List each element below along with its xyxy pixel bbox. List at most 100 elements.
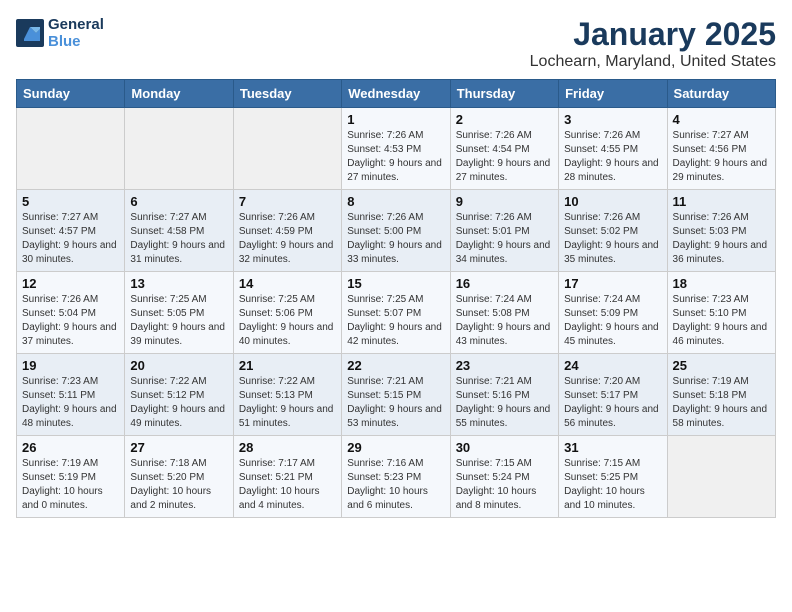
day-detail: Sunrise: 7:15 AMSunset: 5:24 PMDaylight:… (456, 458, 537, 511)
day-number: 21 (239, 358, 336, 373)
calendar-cell: 6Sunrise: 7:27 AMSunset: 4:58 PMDaylight… (125, 190, 233, 272)
header-wednesday: Wednesday (342, 80, 450, 108)
day-detail: Sunrise: 7:26 AMSunset: 5:00 PMDaylight:… (347, 212, 442, 265)
day-number: 29 (347, 440, 444, 455)
calendar-cell: 22 Sunrise: 7:21 AMSunset: 5:15 PMDayligh… (342, 354, 450, 436)
day-number: 1 (347, 112, 444, 127)
day-number: 18 (673, 276, 770, 291)
day-detail: Sunrise: 7:26 AMSunset: 4:53 PMDaylight:… (347, 130, 442, 183)
day-number: 22 (347, 358, 444, 373)
calendar-cell: 28 Sunrise: 7:17 AMSunset: 5:21 PMDayligh… (233, 436, 341, 518)
logo-text: General Blue (48, 16, 104, 50)
calendar-cell: 24 Sunrise: 7:20 AMSunset: 5:17 PMDayligh… (559, 354, 667, 436)
day-detail: Sunrise: 7:16 AMSunset: 5:23 PMDaylight:… (347, 458, 428, 511)
day-detail: Sunrise: 7:22 AMSunset: 5:12 PMDaylight:… (130, 376, 225, 429)
calendar-cell: 12Sunrise: 7:26 AMSunset: 5:04 PMDayligh… (17, 272, 125, 354)
calendar-week-row: 26 Sunrise: 7:19 AMSunset: 5:19 PMDayligh… (17, 436, 776, 518)
day-detail: Sunrise: 7:25 AMSunset: 5:05 PMDaylight:… (130, 294, 225, 347)
calendar-cell: 1 Sunrise: 7:26 AMSunset: 4:53 PMDaylight… (342, 108, 450, 190)
calendar-cell (233, 108, 341, 190)
day-detail: Sunrise: 7:26 AMSunset: 5:01 PMDaylight:… (456, 212, 551, 265)
header-monday: Monday (125, 80, 233, 108)
day-number: 20 (130, 358, 227, 373)
day-detail: Sunrise: 7:25 AMSunset: 5:06 PMDaylight:… (239, 294, 334, 347)
calendar-cell: 9 Sunrise: 7:26 AMSunset: 5:01 PMDaylight… (450, 190, 558, 272)
day-detail: Sunrise: 7:23 AMSunset: 5:11 PMDaylight:… (22, 376, 117, 429)
day-number: 23 (456, 358, 553, 373)
day-number: 9 (456, 194, 553, 209)
day-detail: Sunrise: 7:27 AMSunset: 4:57 PMDaylight:… (22, 212, 117, 265)
calendar-cell: 15 Sunrise: 7:25 AMSunset: 5:07 PMDayligh… (342, 272, 450, 354)
header-friday: Friday (559, 80, 667, 108)
day-number: 16 (456, 276, 553, 291)
calendar-cell: 16Sunrise: 7:24 AMSunset: 5:08 PMDayligh… (450, 272, 558, 354)
calendar-week-row: 12Sunrise: 7:26 AMSunset: 5:04 PMDayligh… (17, 272, 776, 354)
day-detail: Sunrise: 7:19 AMSunset: 5:19 PMDaylight:… (22, 458, 103, 511)
day-number: 24 (564, 358, 661, 373)
title-block: January 2025 Lochearn, Maryland, United … (530, 16, 776, 71)
day-detail: Sunrise: 7:17 AMSunset: 5:21 PMDaylight:… (239, 458, 320, 511)
calendar-cell: 17Sunrise: 7:24 AMSunset: 5:09 PMDayligh… (559, 272, 667, 354)
header-sunday: Sunday (17, 80, 125, 108)
day-number: 28 (239, 440, 336, 455)
calendar-table: SundayMondayTuesdayWednesdayThursdayFrid… (16, 79, 776, 518)
day-number: 15 (347, 276, 444, 291)
day-number: 19 (22, 358, 119, 373)
header-thursday: Thursday (450, 80, 558, 108)
calendar-cell: 27 Sunrise: 7:18 AMSunset: 5:20 PMDayligh… (125, 436, 233, 518)
day-number: 27 (130, 440, 227, 455)
page-header: General Blue January 2025 Lochearn, Mary… (16, 16, 776, 71)
day-detail: Sunrise: 7:20 AMSunset: 5:17 PMDaylight:… (564, 376, 659, 429)
day-number: 5 (22, 194, 119, 209)
day-detail: Sunrise: 7:26 AMSunset: 5:02 PMDaylight:… (564, 212, 659, 265)
calendar-cell: 10 Sunrise: 7:26 AMSunset: 5:02 PMDayligh… (559, 190, 667, 272)
day-detail: Sunrise: 7:21 AMSunset: 5:16 PMDaylight:… (456, 376, 551, 429)
calendar-week-row: 5 Sunrise: 7:27 AMSunset: 4:57 PMDaylight… (17, 190, 776, 272)
day-detail: Sunrise: 7:26 AMSunset: 4:55 PMDaylight:… (564, 130, 659, 183)
location-subtitle: Lochearn, Maryland, United States (530, 53, 776, 71)
day-detail: Sunrise: 7:22 AMSunset: 5:13 PMDaylight:… (239, 376, 334, 429)
calendar-cell: 23 Sunrise: 7:21 AMSunset: 5:16 PMDayligh… (450, 354, 558, 436)
calendar-cell: 5 Sunrise: 7:27 AMSunset: 4:57 PMDaylight… (17, 190, 125, 272)
day-detail: Sunrise: 7:26 AMSunset: 4:59 PMDaylight:… (239, 212, 334, 265)
calendar-week-row: 1 Sunrise: 7:26 AMSunset: 4:53 PMDaylight… (17, 108, 776, 190)
calendar-cell: 13 Sunrise: 7:25 AMSunset: 5:05 PMDayligh… (125, 272, 233, 354)
calendar-cell: 8Sunrise: 7:26 AMSunset: 5:00 PMDaylight… (342, 190, 450, 272)
day-detail: Sunrise: 7:26 AMSunset: 4:54 PMDaylight:… (456, 130, 551, 183)
calendar-cell: 20 Sunrise: 7:22 AMSunset: 5:12 PMDayligh… (125, 354, 233, 436)
logo-icon (16, 19, 44, 47)
day-detail: Sunrise: 7:27 AMSunset: 4:56 PMDaylight:… (673, 130, 768, 183)
calendar-cell (667, 436, 775, 518)
calendar-cell: 3 Sunrise: 7:26 AMSunset: 4:55 PMDaylight… (559, 108, 667, 190)
day-detail: Sunrise: 7:19 AMSunset: 5:18 PMDaylight:… (673, 376, 768, 429)
calendar-cell: 21 Sunrise: 7:22 AMSunset: 5:13 PMDayligh… (233, 354, 341, 436)
calendar-header-row: SundayMondayTuesdayWednesdayThursdayFrid… (17, 80, 776, 108)
day-number: 31 (564, 440, 661, 455)
calendar-cell (125, 108, 233, 190)
day-detail: Sunrise: 7:25 AMSunset: 5:07 PMDaylight:… (347, 294, 442, 347)
day-detail: Sunrise: 7:21 AMSunset: 5:15 PMDaylight:… (347, 376, 442, 429)
day-number: 11 (673, 194, 770, 209)
calendar-cell: 4 Sunrise: 7:27 AMSunset: 4:56 PMDaylight… (667, 108, 775, 190)
day-number: 2 (456, 112, 553, 127)
calendar-cell: 11 Sunrise: 7:26 AMSunset: 5:03 PMDayligh… (667, 190, 775, 272)
calendar-cell: 26 Sunrise: 7:19 AMSunset: 5:19 PMDayligh… (17, 436, 125, 518)
header-tuesday: Tuesday (233, 80, 341, 108)
calendar-cell (17, 108, 125, 190)
day-detail: Sunrise: 7:26 AMSunset: 5:03 PMDaylight:… (673, 212, 768, 265)
day-number: 26 (22, 440, 119, 455)
logo: General Blue (16, 16, 104, 50)
day-number: 3 (564, 112, 661, 127)
header-saturday: Saturday (667, 80, 775, 108)
month-title: January 2025 (530, 16, 776, 53)
day-detail: Sunrise: 7:18 AMSunset: 5:20 PMDaylight:… (130, 458, 211, 511)
day-number: 7 (239, 194, 336, 209)
day-number: 10 (564, 194, 661, 209)
calendar-cell: 29 Sunrise: 7:16 AMSunset: 5:23 PMDayligh… (342, 436, 450, 518)
day-detail: Sunrise: 7:26 AMSunset: 5:04 PMDaylight:… (22, 294, 117, 347)
day-number: 14 (239, 276, 336, 291)
day-number: 13 (130, 276, 227, 291)
day-number: 17 (564, 276, 661, 291)
day-number: 4 (673, 112, 770, 127)
day-detail: Sunrise: 7:27 AMSunset: 4:58 PMDaylight:… (130, 212, 225, 265)
